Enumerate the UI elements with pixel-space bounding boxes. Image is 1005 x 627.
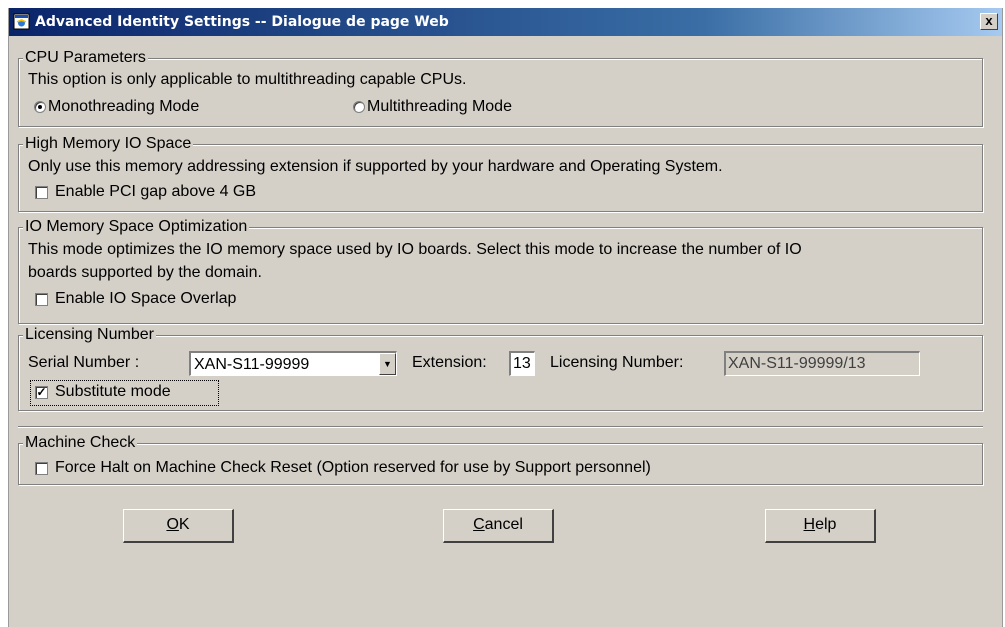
extension-input[interactable]: 13 [509,351,535,376]
section-divider [18,426,983,428]
io-overlap-checkbox[interactable] [35,293,48,306]
io-memory-legend: IO Memory Space Optimization [23,218,250,236]
monothreading-label[interactable]: Monothreading Mode [48,98,199,116]
force-halt-checkbox[interactable] [35,462,48,475]
title-bar[interactable]: Advanced Identity Settings -- Dialogue d… [9,8,1002,36]
force-halt-label[interactable]: Force Halt on Machine Check Reset (Optio… [55,459,651,477]
high-memory-description: Only use this memory addressing extensio… [28,158,723,175]
ok-button[interactable]: OK [123,509,234,543]
licensing-number-field: XAN-S11-99999/13 [724,351,920,376]
help-button[interactable]: Help [765,509,876,543]
help-label: elp [815,516,837,533]
cpu-description: This option is only applicable to multit… [28,71,467,88]
io-overlap-label[interactable]: Enable IO Space Overlap [55,290,236,308]
monothreading-radio[interactable] [34,101,46,113]
ok-accel: O [166,516,179,533]
ie-page-icon [13,13,30,30]
cpu-parameters-legend: CPU Parameters [23,49,148,67]
close-button[interactable]: x [980,13,998,30]
io-memory-description-line1: This mode optimizes the IO memory space … [28,241,802,258]
serial-number-value: XAN-S11-99999 [194,356,310,373]
pci-gap-checkbox[interactable] [35,186,48,199]
cancel-accel: C [473,516,485,533]
help-accel: H [803,516,816,533]
dialog-window: Advanced Identity Settings -- Dialogue d… [8,8,1003,627]
substitute-mode-checkbox[interactable]: ✓ [35,386,48,399]
close-icon: x [985,13,993,28]
io-memory-description-line2: boards supported by the domain. [28,264,262,281]
extension-label: Extension: [412,354,487,371]
cancel-label: ancel [484,516,523,533]
serial-number-select[interactable]: XAN-S11-99999 ▼ [189,351,397,376]
substitute-mode-label[interactable]: Substitute mode [55,383,171,401]
machine-check-group: Machine Check Force Halt on Machine Chec… [18,434,983,485]
ok-label: K [178,516,190,533]
multithreading-radio[interactable] [353,101,365,113]
io-memory-group: IO Memory Space Optimization This mode o… [18,218,983,324]
licensing-legend: Licensing Number [23,326,156,344]
multithreading-label[interactable]: Multithreading Mode [367,98,512,116]
window-title: Advanced Identity Settings -- Dialogue d… [35,14,449,30]
cpu-parameters-group: CPU Parameters This option is only appli… [18,49,983,127]
chevron-down-icon[interactable]: ▼ [379,353,396,375]
high-memory-legend: High Memory IO Space [23,135,194,153]
high-memory-group: High Memory IO Space Only use this memor… [18,135,983,212]
licensing-number-label: Licensing Number: [550,354,684,371]
machine-check-legend: Machine Check [23,434,138,452]
pci-gap-label[interactable]: Enable PCI gap above 4 GB [55,183,256,201]
serial-number-label: Serial Number : [28,354,140,371]
cancel-button[interactable]: Cancel [443,509,554,543]
licensing-group: Licensing Number Serial Number : XAN-S11… [18,326,983,411]
